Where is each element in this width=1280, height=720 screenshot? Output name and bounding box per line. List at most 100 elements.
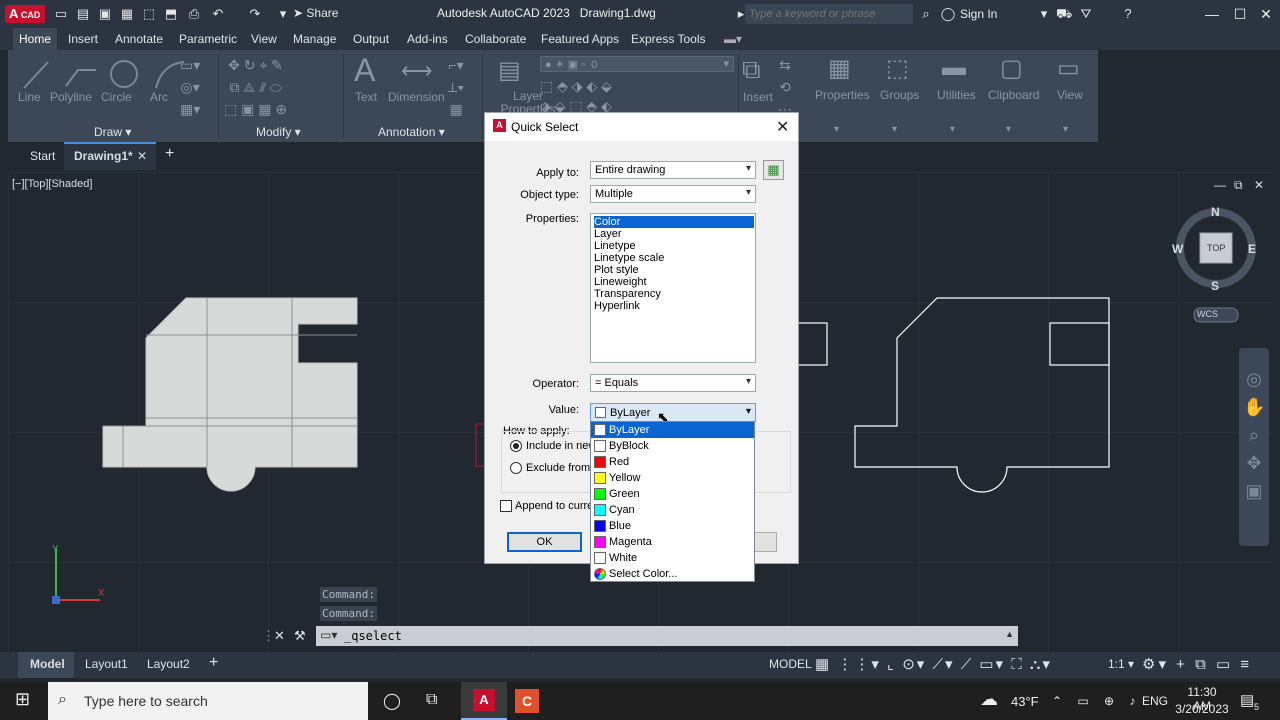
viewport-restore-icon[interactable]: ⧉: [1234, 178, 1243, 193]
notification-icon[interactable]: ▤: [1240, 691, 1254, 709]
tray-icons[interactable]: ⌃ ▭ ⊕ ♪: [1052, 694, 1141, 708]
utilities-dropdown-icon[interactable]: ▾: [950, 124, 955, 135]
tab-collaborate[interactable]: Collaborate: [465, 32, 526, 46]
save-web-icon[interactable]: ⬒: [163, 6, 179, 22]
list-item[interactable]: Plot style: [594, 264, 754, 276]
viewcube-top[interactable]: TOP: [1207, 243, 1225, 253]
dialog-title-bar[interactable]: A Quick Select ✕: [485, 113, 798, 141]
tab-parametric[interactable]: Parametric: [179, 32, 237, 46]
value-option-magenta[interactable]: Magenta: [591, 534, 754, 550]
viewcube-west[interactable]: W: [1172, 242, 1183, 256]
status-right-icons[interactable]: ⚙▾ + ⧉ ▭ ≡: [1142, 655, 1252, 673]
arc-button[interactable]: Arc: [150, 90, 168, 104]
object-type-select[interactable]: Multiple ▾: [590, 185, 756, 203]
apply-to-select[interactable]: Entire drawing ▾: [590, 161, 756, 179]
circle-button[interactable]: Circle: [101, 90, 132, 104]
signin-dropdown-icon[interactable]: ▾: [1036, 6, 1052, 22]
append-checkbox[interactable]: [500, 500, 512, 512]
minimize-icon[interactable]: —: [1203, 5, 1221, 23]
close-icon[interactable]: ✕: [1257, 5, 1275, 23]
list-item[interactable]: Linetype: [594, 240, 754, 252]
ribbon-options-icon[interactable]: ▬▾: [724, 32, 742, 46]
add-layout-icon[interactable]: +: [209, 654, 218, 672]
append-label[interactable]: Append to curren: [515, 500, 599, 512]
value-select[interactable]: ByLayer ▾: [590, 403, 756, 422]
tab-start[interactable]: Start: [30, 149, 55, 163]
clipboard-button[interactable]: Clipboard: [988, 88, 1039, 102]
maximize-icon[interactable]: ☐: [1231, 5, 1249, 23]
save-icon[interactable]: ▣: [97, 6, 113, 22]
a360-icon[interactable]: ⛛: [1078, 6, 1094, 22]
language-indicator[interactable]: ENG: [1142, 694, 1168, 708]
layer-dropdown[interactable]: ● ☀ ▣ ▫ 0 ▾: [540, 56, 734, 72]
dimension-button[interactable]: Dimension: [388, 90, 445, 104]
layout2-tab[interactable]: Layout2: [147, 657, 190, 671]
draw-small-icons[interactable]: ▭▾ ◎▾ ▦▾: [180, 54, 200, 120]
tab-insert[interactable]: Insert: [68, 32, 98, 46]
dialog-close-icon[interactable]: ✕: [776, 117, 789, 137]
task-view-icon[interactable]: ⧉: [426, 691, 437, 709]
date[interactable]: 3/20/2023: [1174, 702, 1230, 716]
taskbar-autocad[interactable]: A: [461, 682, 507, 720]
properties-dropdown-icon[interactable]: ▾: [834, 124, 839, 135]
viewport-min-icon[interactable]: —: [1214, 178, 1226, 192]
new-file-icon[interactable]: ▭: [53, 6, 69, 22]
annotation-small-icons[interactable]: ⌐▾ ⟂▾ ▦: [448, 54, 464, 120]
view-dropdown-icon[interactable]: ▾: [1063, 124, 1068, 135]
value-option-cyan[interactable]: Cyan: [591, 502, 754, 518]
text-button[interactable]: Text: [355, 90, 377, 104]
utilities-panel[interactable]: ▬ Utilities ▾: [928, 50, 984, 142]
groups-dropdown-icon[interactable]: ▾: [892, 124, 897, 135]
view-button[interactable]: View: [1057, 88, 1083, 102]
tab-manage[interactable]: Manage: [293, 32, 336, 46]
exclude-radio[interactable]: [510, 462, 522, 474]
tab-output[interactable]: Output: [353, 32, 389, 46]
model-space-toggle[interactable]: MODEL: [769, 657, 812, 671]
list-item[interactable]: Transparency: [594, 288, 754, 300]
open-web-icon[interactable]: ⬚: [141, 6, 157, 22]
value-dropdown-list[interactable]: ByLayer ByBlock Red Yellow Green Cyan Bl…: [590, 421, 755, 582]
tab-express-tools[interactable]: Express Tools: [631, 32, 705, 46]
search-input[interactable]: [745, 4, 913, 24]
close-tab-icon[interactable]: ✕: [137, 149, 147, 163]
viewcube-south[interactable]: S: [1211, 279, 1219, 293]
redo-icon[interactable]: ↷: [247, 6, 263, 22]
help-icon[interactable]: ?: [1120, 6, 1136, 22]
properties-list[interactable]: Color Layer Linetype Linetype scale Plot…: [590, 213, 756, 363]
viewcube-east[interactable]: E: [1248, 242, 1256, 256]
modify-panel-title[interactable]: Modify ▾: [256, 125, 301, 139]
wcs-label[interactable]: WCS: [1197, 309, 1218, 319]
value-option-bylayer[interactable]: ByLayer: [591, 422, 754, 438]
properties-panel[interactable]: ▦ Properties ▾: [812, 50, 870, 142]
list-item[interactable]: Layer: [594, 228, 754, 240]
search-icon[interactable]: ⌕: [918, 6, 934, 22]
properties-button[interactable]: Properties: [815, 88, 870, 102]
utilities-button[interactable]: Utilities: [937, 88, 976, 102]
insert-button[interactable]: Insert: [743, 90, 773, 104]
open-folder-icon[interactable]: ▤: [75, 6, 91, 22]
tab-featured-apps[interactable]: Featured Apps: [541, 32, 619, 46]
value-option-byblock[interactable]: ByBlock: [591, 438, 754, 454]
annotation-panel-title[interactable]: Annotation ▾: [378, 125, 445, 139]
value-option-blue[interactable]: Blue: [591, 518, 754, 534]
cortana-icon[interactable]: ◯: [383, 691, 401, 711]
save-as-icon[interactable]: ▦: [119, 6, 135, 22]
tab-addins[interactable]: Add-ins: [407, 32, 448, 46]
value-option-green[interactable]: Green: [591, 486, 754, 502]
model-tab[interactable]: Model: [18, 652, 74, 678]
exclude-label[interactable]: Exclude from n: [526, 462, 599, 474]
include-radio[interactable]: [510, 440, 522, 452]
windows-start-icon[interactable]: ⊞: [15, 689, 30, 710]
layer-small-icons[interactable]: ⬚ ⬘ ⬗ ⬖ ⬙ ⬗ ⬙ ⬚ ⬘ ⬖: [540, 76, 612, 116]
view-panel[interactable]: ▭ View ▾: [1043, 50, 1096, 142]
drafting-tool-icons[interactable]: ▦ ⋮⋮▾ ⌞ ⊙▾ ⟋▾ ⟋ ▭▾ ⛶ ⛬▾: [815, 655, 1052, 673]
tab-view[interactable]: View: [251, 32, 277, 46]
block-small-icons[interactable]: ⇆ ⟲ ⋯: [778, 54, 792, 120]
layout1-tab[interactable]: Layout1: [85, 657, 128, 671]
annotation-scale[interactable]: 1:1 ▾: [1108, 657, 1134, 671]
customize-wrench-icon[interactable]: ⚒: [294, 628, 306, 644]
app-logo[interactable]: A CAD: [5, 5, 45, 23]
cart-icon[interactable]: ⛟: [1056, 6, 1072, 22]
clipboard-dropdown-icon[interactable]: ▾: [1006, 124, 1011, 135]
list-item[interactable]: Lineweight: [594, 276, 754, 288]
